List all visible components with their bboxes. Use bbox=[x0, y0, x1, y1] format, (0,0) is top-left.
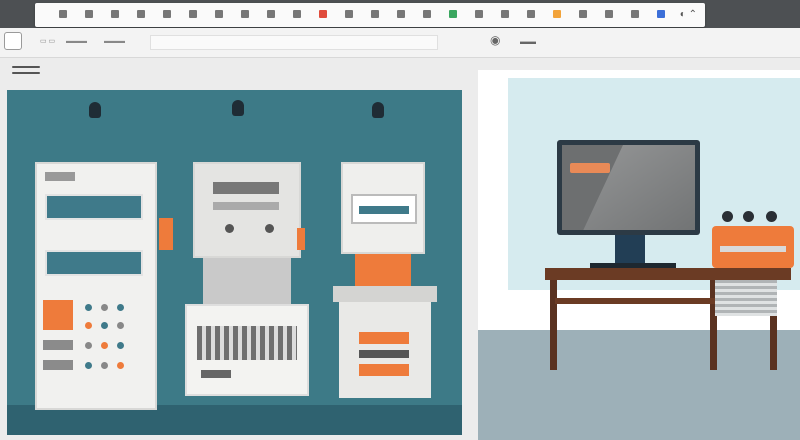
vent-grille bbox=[197, 326, 297, 360]
flag-icon[interactable] bbox=[605, 10, 613, 18]
rack-label bbox=[45, 172, 75, 181]
flask-icon[interactable] bbox=[423, 10, 431, 18]
led-icon bbox=[117, 304, 124, 311]
color-icon[interactable] bbox=[319, 10, 327, 18]
screen-shine bbox=[571, 145, 695, 230]
led-icon bbox=[85, 342, 92, 349]
ceiling-hook-icon bbox=[232, 100, 244, 116]
speaker-icon bbox=[743, 211, 754, 222]
floor bbox=[478, 330, 800, 440]
film-icon[interactable] bbox=[553, 10, 561, 18]
text-icon[interactable] bbox=[371, 10, 379, 18]
secondary-toolbar: ▭ ▭ ▬▬▬ ▬▬▬ ◉ ▬▬ bbox=[0, 28, 800, 58]
knob-icon bbox=[265, 224, 274, 233]
home-icon[interactable] bbox=[4, 32, 22, 50]
folder-icon[interactable] bbox=[137, 10, 145, 18]
server-rack-1 bbox=[35, 162, 157, 410]
camera-icon[interactable]: ◉ bbox=[490, 33, 500, 47]
screen-notification bbox=[570, 163, 610, 173]
unit-display bbox=[213, 182, 279, 194]
paint-icon[interactable] bbox=[397, 10, 405, 18]
rack-panel bbox=[43, 300, 73, 330]
tab-icon-2[interactable]: ▬▬▬ bbox=[62, 34, 91, 50]
orange-stripe bbox=[359, 332, 409, 344]
server-unit-3 bbox=[341, 162, 425, 254]
forward-icon[interactable] bbox=[85, 10, 93, 18]
drive-slot bbox=[359, 350, 409, 358]
ceiling-hook-icon bbox=[89, 102, 101, 118]
led-icon bbox=[85, 304, 92, 311]
screen-bar bbox=[359, 206, 409, 214]
orange-stripe bbox=[359, 364, 409, 376]
desk-drawer bbox=[715, 280, 777, 316]
pen-icon[interactable] bbox=[293, 10, 301, 18]
monitor-stand bbox=[615, 235, 645, 263]
server-base-2 bbox=[185, 304, 309, 396]
rack-display bbox=[45, 250, 143, 276]
illustration-window: ◐ ⌃ ▭ ▭ ▬▬▬ ▬▬▬ ◉ ▬▬ bbox=[0, 0, 800, 440]
led-icon bbox=[117, 362, 124, 369]
tab-icon-4[interactable]: ▬▬ bbox=[520, 37, 536, 46]
server-base-3 bbox=[339, 302, 431, 398]
speaker-icon bbox=[766, 211, 777, 222]
knob-icon bbox=[225, 224, 234, 233]
unit-screen bbox=[351, 194, 417, 224]
desk-leg bbox=[550, 280, 557, 370]
unit-neck bbox=[203, 258, 291, 304]
rack-button bbox=[43, 340, 73, 350]
address-field[interactable] bbox=[150, 35, 438, 50]
led-icon bbox=[101, 322, 108, 329]
window-controls[interactable]: ◐ ⌃ bbox=[680, 9, 697, 20]
app-window: ▭ ▭ ▬▬▬ ▬▬▬ ◉ ▬▬ bbox=[0, 28, 800, 440]
box-icon[interactable] bbox=[501, 10, 509, 18]
device-stripe bbox=[720, 246, 786, 252]
ceiling-hook-icon bbox=[372, 102, 384, 118]
grid-icon[interactable] bbox=[111, 10, 119, 18]
orange-module bbox=[355, 254, 411, 290]
star-icon[interactable] bbox=[189, 10, 197, 18]
crop-icon[interactable] bbox=[449, 10, 457, 18]
view-icon[interactable] bbox=[631, 10, 639, 18]
server-illustration bbox=[7, 90, 462, 435]
image-icon[interactable] bbox=[527, 10, 535, 18]
list-icon[interactable] bbox=[215, 10, 223, 18]
settings-icon[interactable] bbox=[657, 10, 665, 18]
align-icon[interactable] bbox=[345, 10, 353, 18]
led-icon bbox=[101, 362, 108, 369]
rack-button bbox=[43, 360, 73, 370]
arrow-icon[interactable] bbox=[475, 10, 483, 18]
base-label bbox=[201, 370, 231, 378]
shelf bbox=[333, 286, 437, 302]
led-icon bbox=[101, 304, 108, 311]
side-connector bbox=[297, 228, 305, 250]
led-icon bbox=[85, 362, 92, 369]
led-icon bbox=[117, 322, 124, 329]
monitor-icon bbox=[557, 140, 700, 235]
desk-rail bbox=[555, 298, 715, 304]
led-icon bbox=[85, 322, 92, 329]
led-icon bbox=[117, 342, 124, 349]
toolbar: ◐ ⌃ bbox=[35, 3, 705, 27]
server-unit-2 bbox=[193, 162, 301, 258]
rack-display bbox=[45, 194, 143, 220]
tag-icon[interactable] bbox=[163, 10, 171, 18]
led-icon bbox=[101, 342, 108, 349]
tab-icon-3[interactable]: ▬▬▬ bbox=[100, 34, 129, 50]
chart-icon[interactable] bbox=[579, 10, 587, 18]
back-icon[interactable] bbox=[59, 10, 67, 18]
hamburger-icon[interactable] bbox=[12, 66, 40, 76]
side-connector bbox=[159, 218, 173, 250]
unit-display bbox=[213, 202, 279, 210]
monitor-screen bbox=[562, 145, 695, 230]
table-icon[interactable] bbox=[267, 10, 275, 18]
desk bbox=[545, 268, 791, 280]
ruler-icon[interactable] bbox=[241, 10, 249, 18]
tab-icon-1[interactable]: ▭ ▭ bbox=[36, 34, 59, 50]
speaker-icon bbox=[722, 211, 733, 222]
